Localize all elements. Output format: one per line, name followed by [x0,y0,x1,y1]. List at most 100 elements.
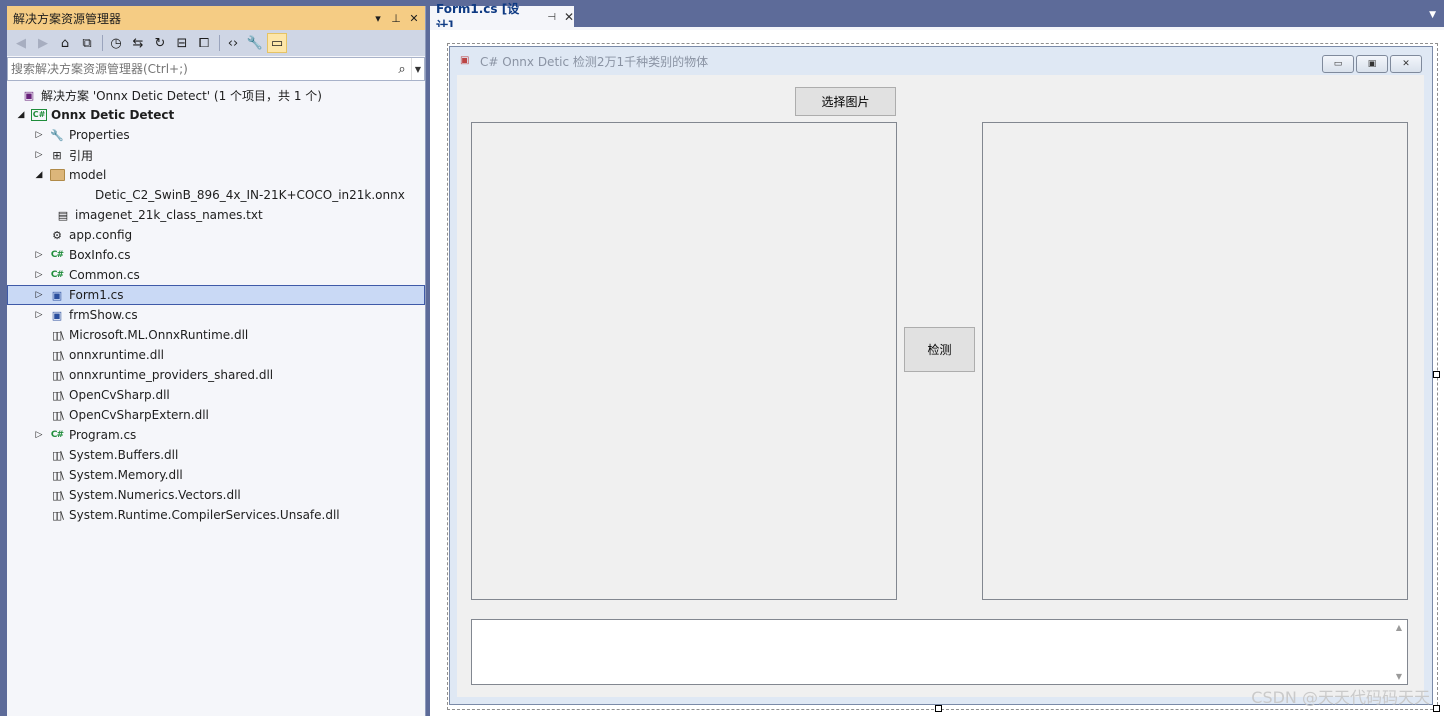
textbox-scrollbar[interactable]: ▲ ▼ [1391,620,1407,684]
tree-item-properties[interactable]: ▷ 🔧 Properties [7,125,425,145]
library-icon: ▯▯\ [52,488,64,502]
home-icon[interactable]: ⌂ [55,33,75,53]
search-icon[interactable]: ⌕ [393,62,411,77]
tab-form1-design[interactable]: Form1.cs [设计] ⊣ ✕ [430,2,574,33]
expand-arrow-icon[interactable]: ▷ [33,245,45,265]
tab-list-dropdown-icon[interactable]: ▼ [1429,10,1436,20]
tree-project-node[interactable]: ◢ C# Onnx Detic Detect [7,105,425,125]
tree-item-dll[interactable]: ▯▯\ Microsoft.ML.OnnxRuntime.dll [7,325,425,345]
document-tab-strip: Form1.cs [设计] ⊣ ✕ ▼ [430,2,1444,33]
resize-handle-bottom-right[interactable] [1433,705,1440,712]
view-code-icon[interactable]: ‹› [223,33,243,53]
refresh-icon[interactable]: ↻ [150,33,170,53]
collapse-arrow-icon[interactable]: ◢ [33,165,45,185]
library-icon: ▯▯\ [52,348,64,362]
preview-selected-items-icon[interactable]: ▭ [267,33,287,53]
pin-icon[interactable]: ⊥ [389,11,403,25]
library-icon: ▯▯\ [52,448,64,462]
minimize-icon: ▭ [1333,59,1343,69]
tree-item-common[interactable]: ▷ C# Common.cs [7,265,425,285]
tree-item-label: System.Buffers.dll [69,448,179,462]
tree-item-dll[interactable]: ▯▯\ OpenCvSharpExtern.dll [7,405,425,425]
collapse-all-icon[interactable]: ⊟ [172,33,192,53]
tree-item-label: frmShow.cs [69,308,138,322]
tree-item-label: Properties [69,128,130,142]
expand-arrow-icon[interactable]: ▷ [33,285,45,305]
minimize-button[interactable]: ▭ [1322,55,1354,73]
search-options-dropdown-icon[interactable]: ▼ [411,58,424,80]
back-icon[interactable]: ◀ [11,33,31,53]
solution-explorer-titlebar: 解决方案资源管理器 ▾ ⊥ ✕ [7,6,425,30]
tree-item-label: onnxruntime.dll [69,348,165,362]
tree-item-dll[interactable]: ▯▯\ onnxruntime.dll [7,345,425,365]
pin-tab-icon[interactable]: ⊣ [547,12,556,23]
csharp-file-icon: C# [50,270,64,280]
tree-item-label: Form1.cs [69,288,124,302]
forward-icon[interactable]: ▶ [33,33,53,53]
tree-item-frmshow[interactable]: ▷ ▣ frmShow.cs [7,305,425,325]
detect-button[interactable]: 检测 [904,327,975,372]
tree-item-dll[interactable]: ▯▯\ System.Runtime.CompilerServices.Unsa… [7,505,425,525]
tree-item-model-folder[interactable]: ◢ model [7,165,425,185]
csharp-project-icon: C# [30,109,48,121]
tree-item-class-names[interactable]: ▤ imagenet_21k_class_names.txt [7,205,425,225]
toolbar-separator [219,35,220,51]
scroll-down-icon[interactable]: ▼ [1391,672,1407,681]
close-icon: ✕ [1402,59,1410,69]
collapse-arrow-icon[interactable]: ◢ [15,105,27,125]
tree-item-dll[interactable]: ▯▯\ System.Numerics.Vectors.dll [7,485,425,505]
tree-solution-node[interactable]: ▣ 解决方案 'Onnx Detic Detect' (1 个项目，共 1 个) [7,85,425,105]
close-icon[interactable]: ✕ [407,11,421,25]
scroll-up-icon[interactable]: ▲ [1391,623,1407,632]
properties-wrench-icon[interactable]: 🔧 [245,33,265,53]
solution-icon: ▣ [23,88,35,102]
tree-item-label: 解决方案 'Onnx Detic Detect' (1 个项目，共 1 个) [41,88,322,103]
tree-item-dll[interactable]: ▯▯\ OpenCvSharp.dll [7,385,425,405]
resize-handle-right[interactable] [1433,371,1440,378]
csdn-watermark: CSDN @天天代码码天天 [1251,688,1430,707]
csharp-file-icon: C# [50,250,64,260]
solution-explorer-search-box: ⌕ ▼ [7,57,425,81]
wrench-icon: 🔧 [50,128,64,142]
expand-arrow-icon[interactable]: ▷ [33,145,45,165]
show-all-files-icon[interactable]: ⧠ [194,33,214,53]
tree-item-label: onnxruntime_providers_shared.dll [69,368,274,382]
output-textbox[interactable]: ▲ ▼ [471,619,1408,685]
tree-item-program[interactable]: ▷ C# Program.cs [7,425,425,445]
tree-item-label: Program.cs [69,428,137,442]
tree-item-boxinfo[interactable]: ▷ C# BoxInfo.cs [7,245,425,265]
tree-item-label: Detic_C2_SwinB_896_4x_IN-21K+COCO_in21k.… [95,188,405,202]
search-input[interactable] [8,61,393,77]
close-button[interactable]: ✕ [1390,55,1422,73]
tree-item-label: System.Memory.dll [69,468,183,482]
close-tab-icon[interactable]: ✕ [564,10,574,24]
form-title: C# Onnx Detic 检测2万1千种类别的物体 [480,54,709,69]
expand-arrow-icon[interactable]: ▷ [33,425,45,445]
expand-arrow-icon[interactable]: ▷ [33,305,45,325]
sync-with-active-document-icon[interactable]: ⇆ [128,33,148,53]
tree-item-references[interactable]: ▷ ⊞ 引用 [7,145,425,165]
tree-item-dll[interactable]: ▯▯\ System.Memory.dll [7,465,425,485]
csharp-file-icon: C# [50,430,64,440]
tree-item-onnx-model[interactable]: Detic_C2_SwinB_896_4x_IN-21K+COCO_in21k.… [7,185,425,205]
tree-item-dll[interactable]: ▯▯\ System.Buffers.dll [7,445,425,465]
tree-item-label: Onnx Detic Detect [51,108,175,122]
pending-changes-filter-icon[interactable]: ◷ [106,33,126,53]
expand-arrow-icon[interactable]: ▷ [33,265,45,285]
select-image-button[interactable]: 选择图片 [795,87,896,116]
expand-arrow-icon[interactable]: ▷ [33,125,45,145]
tree-item-dll[interactable]: ▯▯\ onnxruntime_providers_shared.dll [7,365,425,385]
folder-icon [49,167,65,183]
switch-views-icon[interactable]: ⧉ [77,33,97,53]
maximize-button[interactable]: ▣ [1356,55,1388,73]
solution-explorer-toolbar: ◀ ▶ ⌂ ⧉ ◷ ⇆ ↻ ⊟ ⧠ ‹› 🔧 ▭ [7,30,425,56]
window-position-dropdown-icon[interactable]: ▾ [371,11,385,25]
form-titlebar: ▣ C# Onnx Detic 检测2万1千种类别的物体 [450,47,1432,75]
resize-handle-bottom[interactable] [935,705,942,712]
solution-explorer-panel: 解决方案资源管理器 ▾ ⊥ ✕ ◀ ▶ ⌂ ⧉ ◷ ⇆ ↻ ⊟ ⧠ ‹› 🔧 ▭… [7,6,426,716]
tree-item-app-config[interactable]: ⚙ app.config [7,225,425,245]
tree-item-form1[interactable]: ▷ ▣ Form1.cs [7,285,425,305]
config-file-icon: ⚙ [52,228,62,242]
winform-window[interactable]: ▣ C# Onnx Detic 检测2万1千种类别的物体 ▭ ▣ ✕ 选择图片 … [449,46,1433,705]
result-picturebox [982,122,1408,600]
